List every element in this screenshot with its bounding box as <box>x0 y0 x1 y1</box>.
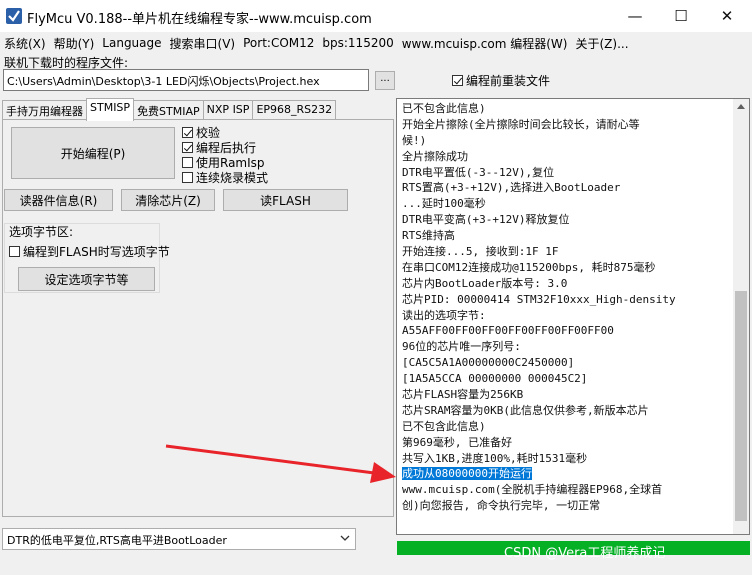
menu-programmer[interactable]: www.mcuisp.com 编程器(W) <box>398 35 572 52</box>
continuous-burn-label: 连续烧录模式 <box>196 171 269 185</box>
option-bytes-title: 选项字节区: <box>9 225 74 239</box>
write-option-bytes-label: 编程到FLASH时写选项字节 <box>23 245 170 259</box>
mode-tabs: 手持万用编程器 STMISP 免费STMIAP NXP ISP EP968_RS… <box>2 98 337 121</box>
maximize-button[interactable]: ☐ <box>658 0 704 32</box>
log-line: 开始连接...5, 接收到:1F 1F <box>402 245 559 259</box>
log-line: 已不包含此信息) <box>402 102 486 115</box>
write-option-bytes-checkbox[interactable] <box>9 246 20 257</box>
continuous-burn-option[interactable]: 连续烧录模式 <box>182 170 268 185</box>
log-lines: 已不包含此信息) 开始全片擦除(全片擦除时间会比较长，请耐心等 候!) 全片擦除成功 D… <box>402 101 729 514</box>
browse-file-button[interactable]: ... <box>375 71 395 90</box>
read-flash-button[interactable]: 读FLASH <box>223 189 348 211</box>
programming-options: 校验 编程后执行 使用RamIsp 连续烧录模式 <box>182 125 268 185</box>
window-title: FlyMcu V0.188--单片机在线编程专家--www.mcuisp.com <box>27 12 372 27</box>
log-line: 开始全片擦除(全片擦除时间会比较长，请耐心等 <box>402 117 640 131</box>
menu-system[interactable]: 系统(X) <box>0 35 50 52</box>
log-line: 全片擦除成功 <box>402 149 468 163</box>
scroll-up-arrow-icon[interactable] <box>737 103 745 109</box>
write-option-bytes-option[interactable]: 编程到FLASH时写选项字节 <box>9 244 170 259</box>
log-line: 在串口COM12连接成功@115200bps, 耗时875毫秒 <box>402 260 656 274</box>
log-scrollbar-thumb[interactable] <box>735 291 747 521</box>
tab-ep968-rs232[interactable]: EP968_RS232 <box>252 100 337 121</box>
reload-before-program-checkbox[interactable] <box>452 75 463 86</box>
log-line: 已不包含此信息) <box>402 419 486 433</box>
annotation-arrow-icon <box>165 444 396 483</box>
title-bar: FlyMcu V0.188--单片机在线编程专家--www.mcuisp.com… <box>0 0 752 32</box>
menu-language[interactable]: Language <box>98 36 165 50</box>
log-line: DTR电平变高(+3-+12V)释放复位 <box>402 213 570 227</box>
verify-option[interactable]: 校验 <box>182 125 268 140</box>
watermark: CSDN @Vera工程师养成记 <box>504 546 666 561</box>
tab-free-stmiap[interactable]: 免费STMIAP <box>133 100 204 121</box>
erase-chip-button[interactable]: 清除芯片(Z) <box>121 189 215 211</box>
reload-before-program-option[interactable]: 编程前重装文件 <box>452 72 550 89</box>
log-line: www.mcuisp.com(全脱机手持编程器EP968,全球首 <box>402 483 663 497</box>
log-line: DTR电平置低(-3--12V),复位 <box>402 165 555 179</box>
tab-handheld-programmer[interactable]: 手持万用编程器 <box>2 100 87 121</box>
verify-checkbox[interactable] <box>182 127 193 138</box>
menu-help[interactable]: 帮助(Y) <box>50 35 99 52</box>
log-line: 芯片FLASH容量为256KB <box>402 388 524 402</box>
menu-port[interactable]: Port:COM12 <box>239 36 318 50</box>
set-option-bytes-button[interactable]: 设定选项字节等 <box>18 267 155 291</box>
log-line: [1A5A5CCA 00000000 000045C2] <box>402 372 588 386</box>
reset-mode-select[interactable]: DTR的低电平复位,RTS高电平进BootLoader <box>2 528 356 550</box>
tab-stmisp[interactable]: STMISP <box>86 98 135 121</box>
close-button[interactable]: ✕ <box>704 0 750 32</box>
menu-search-port[interactable]: 搜索串口(V) <box>166 35 240 52</box>
log-line: 读出的选项字节: <box>402 308 486 322</box>
log-line: RTS置高(+3-+12V),选择进入BootLoader <box>402 181 621 195</box>
flymcu-app-icon <box>6 8 22 24</box>
log-line: A55AFF00FF00FF00FF00FF00FF00FF00 <box>402 324 614 338</box>
log-line: RTS维持高 <box>402 229 455 243</box>
reload-before-program-label: 编程前重装文件 <box>466 74 551 88</box>
log-line: 共写入1KB,进度100%,耗时1531毫秒 <box>402 451 588 465</box>
log-line: 芯片SRAM容量为0KB(此信息仅供参考,新版本芯片 <box>402 403 649 417</box>
read-device-info-button[interactable]: 读器件信息(R) <box>4 189 113 211</box>
log-line-selected: 成功从08000000开始运行 <box>402 467 532 481</box>
log-line: 候!) <box>402 133 427 147</box>
tab-nxp-isp[interactable]: NXP ISP <box>202 100 254 121</box>
log-line: 芯片内BootLoader版本号: 3.0 <box>402 276 568 290</box>
log-line: 创)向您报告, 命令执行完毕, 一切正常 <box>402 499 601 513</box>
log-line: ...延时100毫秒 <box>402 197 486 211</box>
run-after-program-option[interactable]: 编程后执行 <box>182 140 268 155</box>
continuous-burn-checkbox[interactable] <box>182 172 193 183</box>
log-line: 芯片PID: 00000414 STM32F10xxx_High-density <box>402 292 676 306</box>
chevron-down-icon[interactable] <box>340 535 350 542</box>
menu-bps[interactable]: bps:115200 <box>318 36 397 50</box>
run-after-program-checkbox[interactable] <box>182 142 193 153</box>
menu-about[interactable]: 关于(Z)... <box>571 35 632 52</box>
output-log[interactable]: 已不包含此信息) 开始全片擦除(全片擦除时间会比较长，请耐心等 候!) 全片擦除成功 D… <box>396 98 750 535</box>
minimize-button[interactable]: — <box>612 0 658 32</box>
log-line: [CA5C5A1A00000000C2450000] <box>402 356 575 370</box>
menu-bar: 系统(X) 帮助(Y) Language 搜索串口(V) Port:COM12 … <box>0 32 752 54</box>
use-ramisp-checkbox[interactable] <box>182 157 193 168</box>
program-file-path-input[interactable]: C:\Users\Admin\Desktop\3-1 LED闪烁\Objects… <box>3 69 369 91</box>
log-line: 第969毫秒, 已准备好 <box>402 435 513 449</box>
start-programming-button[interactable]: 开始编程(P) <box>11 127 175 179</box>
log-line: 96位的芯片唯一序列号: <box>402 340 521 354</box>
use-ramisp-option[interactable]: 使用RamIsp <box>182 155 268 170</box>
